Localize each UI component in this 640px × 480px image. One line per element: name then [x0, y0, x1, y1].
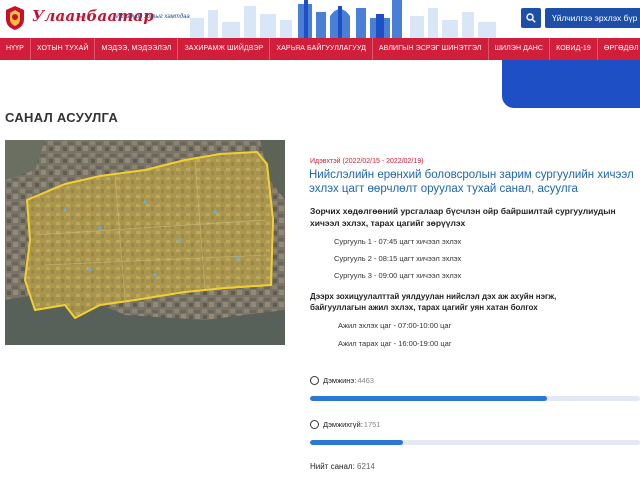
school-option-2: Сургууль 2 - 08:15 цагт хичээл эхлэх — [334, 254, 462, 263]
total-votes-count: 6214 — [357, 462, 375, 471]
total-votes-label: Нийт санал: — [310, 462, 355, 471]
total-votes: Нийт санал: 6214 — [310, 462, 375, 471]
oppose-label: Дэмжихгүй: — [323, 420, 363, 429]
nav-item-decrees[interactable]: ЗАХИРАМЖ ШИЙДВЭР — [178, 38, 271, 60]
service-search-field[interactable]: Үйлчилгээ эрхлэх бүр — [545, 8, 640, 28]
poll-zone-map-image[interactable] — [5, 140, 285, 345]
nav-item-complaints[interactable]: ӨРГӨДӨЛ ГОМДОЛ — [598, 38, 640, 60]
support-count: 4463 — [357, 376, 375, 385]
nav-item-home[interactable]: НҮҮР — [0, 38, 31, 60]
nav-item-glass-account[interactable]: ШИЛЭН ДАНС — [489, 38, 551, 60]
oppose-progress-bar — [310, 440, 640, 445]
nav-item-agencies[interactable]: ХАРЬЯА БАЙГУУЛЛАГУУД — [270, 38, 373, 60]
work-start-hours: Ажил эхлэх цаг - 07:00-10:00 цаг — [338, 321, 452, 330]
header-accent-panel — [502, 60, 640, 108]
work-end-hours: Ажил тарах цаг - 16:00-19:00 цаг — [338, 339, 452, 348]
poll-question-1-line-1: Зорчих хөдөлгөөний урсгалаар бүсчлэн ойр… — [310, 206, 616, 216]
poll-question-1-line-2: хичээл эхлэх, тарах цагийг зөрүүлэх — [310, 218, 466, 228]
nav-item-news[interactable]: МЭДЭЭ, МЭДЭЭЛЭЛ — [95, 38, 179, 60]
support-radio[interactable] — [310, 376, 319, 385]
poll-question-1: Зорчих хөдөлгөөний урсгалаар бүсчлэн ойр… — [310, 205, 640, 229]
oppose-progress-fill — [310, 440, 404, 445]
poll-question-2: Дээрх зохицуулалттай уялдуулан нийслэл д… — [310, 291, 640, 313]
page-title: САНАЛ АСУУЛГА — [5, 110, 119, 125]
nav-item-covid19[interactable]: КОВИД-19 — [550, 38, 598, 60]
school-option-3: Сургууль 3 - 09:00 цагт хичээл эхлэх — [334, 271, 462, 280]
school-option-1: Сургууль 1 - 07:45 цагт хичээл эхлэх — [334, 237, 462, 246]
poll-status-dates: Идэвхтэй (2022/02/15 - 2022/02/19) — [310, 158, 424, 165]
poll-title[interactable]: Нийслэлийн ерөнхий боловсролын зарим сур… — [309, 168, 640, 196]
vote-option-oppose[interactable]: Дэмжихгүй: 1751 — [310, 420, 380, 429]
support-label: Дэмжинэ: — [323, 376, 357, 385]
oppose-radio[interactable] — [310, 420, 319, 429]
city-emblem-icon[interactable] — [4, 5, 26, 31]
oppose-count: 1751 — [363, 420, 381, 429]
nav-item-anti-corruption[interactable]: АВЛИГЫН ЭСРЭГ ШИНЭТГЭЛ — [373, 38, 489, 60]
search-icon — [526, 13, 536, 23]
poll-question-2-line-1: Дээрх зохицуулалттай уялдуулан нийслэл д… — [310, 292, 557, 301]
nav-item-about-city[interactable]: ХОТЫН ТУХАЙ — [31, 38, 96, 60]
search-button[interactable] — [521, 8, 541, 28]
site-tagline: Ирээдүйн хотыг хамтдаа — [116, 14, 190, 20]
main-navigation: НҮҮР ХОТЫН ТУХАЙ МЭДЭЭ, МЭДЭЭЛЭЛ ЗАХИРАМ… — [0, 38, 640, 60]
poll-title-line-2[interactable]: эхлэх цагт өөрчлөлт оруулах тухай санал,… — [309, 182, 640, 196]
city-skyline-banner — [180, 0, 520, 38]
poll-question-2-line-2: байгууллагын ажил эхлэх, тарах цагийг уя… — [310, 303, 538, 312]
support-progress-bar — [310, 396, 640, 401]
support-progress-fill — [310, 396, 547, 401]
poll-title-line-1[interactable]: Нийслэлийн ерөнхий боловсролын зарим сур… — [309, 168, 640, 182]
vote-option-support[interactable]: Дэмжинэ: 4463 — [310, 376, 374, 385]
site-header: Улаанбаатар Ирээдүйн хотыг хамтдаа Үйлчи… — [0, 0, 640, 38]
